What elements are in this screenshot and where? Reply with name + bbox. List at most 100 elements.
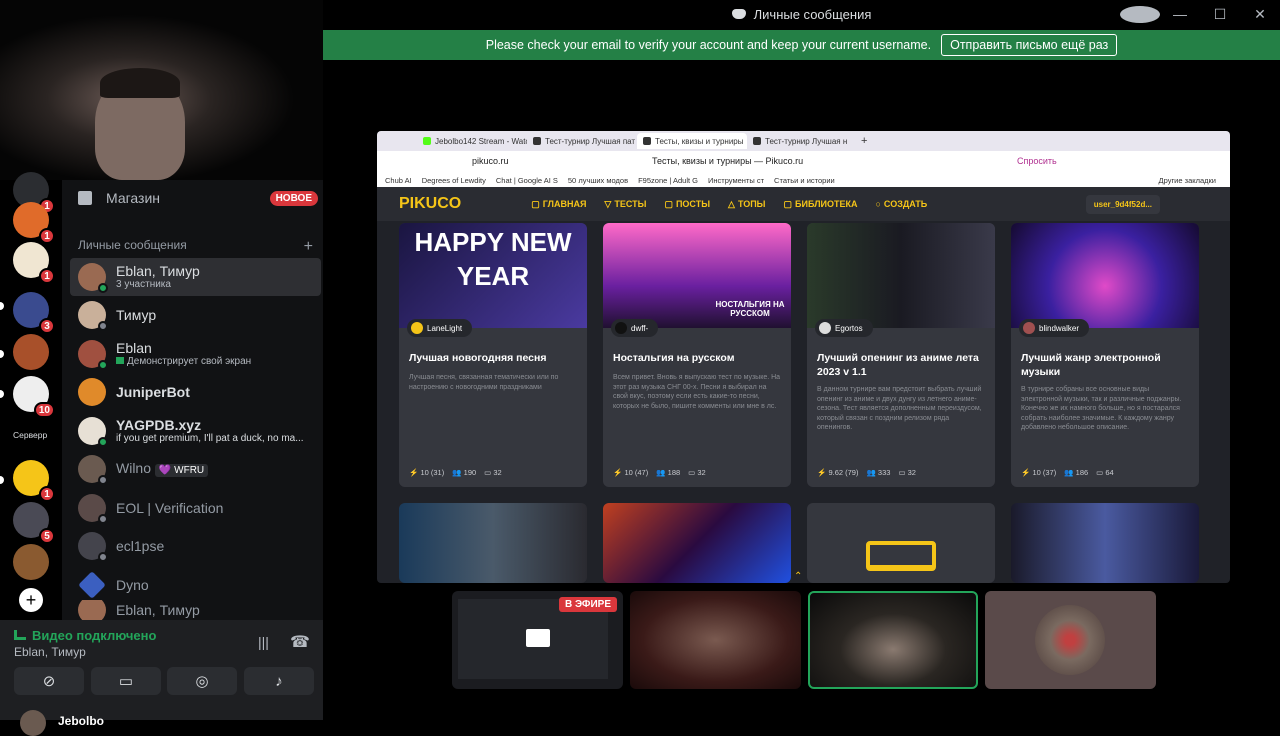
- nav-posts[interactable]: ▢ ПОСТЫ: [664, 199, 710, 210]
- avatar: [78, 571, 106, 599]
- avatar: [1035, 605, 1105, 675]
- test-card[interactable]: HAPPY NEW YEAR LaneLight Лучшая новогодн…: [399, 223, 587, 487]
- server-icon[interactable]: 1: [13, 460, 55, 502]
- noise-suppression-icon[interactable]: |||: [258, 634, 269, 650]
- server-folder-label[interactable]: Серверр: [13, 430, 47, 440]
- card-author[interactable]: blindwalker: [1019, 319, 1090, 337]
- server-icon[interactable]: 5: [13, 502, 55, 544]
- nav-library[interactable]: ▢ БИБЛИОТЕКА: [784, 199, 858, 210]
- voice-channel[interactable]: Eblan, Тимур: [14, 645, 86, 659]
- unread-pill: [0, 390, 4, 398]
- nav-tests[interactable]: ▽ ТЕСТЫ: [604, 199, 646, 210]
- stream-tile[interactable]: В ЭФИРЕ: [452, 591, 623, 689]
- minimize-button[interactable]: —: [1160, 6, 1200, 22]
- video-tile[interactable]: [808, 591, 978, 689]
- new-badge: НОВОЕ: [269, 190, 318, 206]
- maximize-button[interactable]: ☐: [1200, 6, 1240, 23]
- avatar: [78, 340, 108, 370]
- test-card[interactable]: blindwalker Лучший жанр электронной музы…: [1011, 223, 1199, 487]
- bookmark[interactable]: Chat | Google AI S: [496, 176, 558, 185]
- card-desc: В данном турнире вам предстоит выбрать л…: [817, 386, 982, 431]
- bookmark[interactable]: Chub AI: [385, 176, 412, 185]
- site-user[interactable]: user_9d4f52d...: [1085, 194, 1160, 214]
- test-card[interactable]: [1011, 503, 1199, 583]
- browser-tab[interactable]: Тест-турнир Лучшая н: [747, 133, 857, 149]
- nav-tops[interactable]: △ ТОПЫ: [728, 199, 765, 210]
- dm-item[interactable]: Тимур: [70, 296, 321, 334]
- server-icon[interactable]: 10: [13, 376, 55, 418]
- card-image: НОСТАЛЬГИЯ НА РУССКОМ: [603, 223, 791, 328]
- add-dm-icon[interactable]: +: [304, 238, 313, 256]
- server-icon[interactable]: 1: [13, 242, 55, 284]
- bookmark[interactable]: Инструменты ст: [708, 176, 764, 185]
- dm-section-header: Личные сообщения +: [78, 238, 313, 256]
- add-server-button[interactable]: +: [19, 588, 43, 612]
- camera-button[interactable]: ⊘: [14, 667, 84, 695]
- new-tab-icon[interactable]: +: [861, 135, 867, 147]
- nav-home[interactable]: ▢ ГЛАВНАЯ: [531, 199, 586, 210]
- bookmark[interactable]: 50 лучших модов: [568, 176, 628, 185]
- browser-tab[interactable]: Тест-турнир Лучшая пат: [527, 133, 637, 149]
- dm-item[interactable]: ecl1pse: [70, 527, 321, 565]
- bookmark[interactable]: F95zone | Adult G: [638, 176, 698, 185]
- video-tile[interactable]: [985, 591, 1156, 689]
- dm-item[interactable]: Wilno 💜 WFRU: [70, 450, 321, 488]
- card-author[interactable]: Egortos: [815, 319, 873, 337]
- card-stats: ⚡ 10 (47) 👥 188 ▭ 32: [613, 468, 706, 477]
- dm-item[interactable]: Eblan, Тимур 3 участника: [70, 258, 321, 296]
- server-icon[interactable]: 1: [13, 202, 55, 244]
- notice-text: Please check your email to verify your a…: [485, 38, 932, 52]
- card-title: Лучший опенинг из аниме лета 2023 v 1.1: [817, 352, 979, 378]
- ask-button[interactable]: Спросить: [1017, 156, 1057, 166]
- dm-item[interactable]: EOL | Verification: [70, 489, 321, 527]
- card-title: Лучшая новогодняя песня: [409, 352, 547, 364]
- test-card[interactable]: [807, 503, 995, 583]
- site-logo[interactable]: PIKUCO: [399, 195, 461, 213]
- unread-pill: [0, 302, 4, 310]
- url[interactable]: pikuco.ru: [472, 156, 509, 166]
- card-stats: ⚡ 10 (31) 👥 190 ▭ 32: [409, 468, 502, 477]
- server-icon[interactable]: 3: [13, 292, 55, 334]
- card-author[interactable]: dwff-: [611, 319, 659, 337]
- wfru-tag: 💜 WFRU: [154, 463, 209, 477]
- card-desc: Всем привет. Вновь я выпускаю тест по му…: [613, 374, 781, 410]
- browser-tab[interactable]: Тесты, квизы и турниры: [637, 133, 747, 149]
- dm-item[interactable]: YAGPDB.xyz if you get premium, I'll pat a…: [70, 412, 321, 450]
- shop-item[interactable]: Магазин НОВОЕ: [78, 188, 318, 208]
- test-card[interactable]: [603, 503, 791, 583]
- dm-item[interactable]: Eblan, Тимур: [70, 600, 321, 620]
- bookmark[interactable]: Статьи и истории: [774, 176, 835, 185]
- user-avatar[interactable]: [20, 710, 46, 736]
- server-icon[interactable]: [13, 334, 49, 370]
- bookmark[interactable]: Degrees of Lewdity: [422, 176, 486, 185]
- test-card[interactable]: НОСТАЛЬГИЯ НА РУССКОМ dwff- Ностальгия н…: [603, 223, 791, 487]
- close-button[interactable]: ✕: [1240, 6, 1280, 23]
- test-card[interactable]: [399, 503, 587, 583]
- screen-share-button[interactable]: ▭: [91, 667, 161, 695]
- unread-pill: [0, 476, 4, 484]
- user-name: Jebolbo: [58, 714, 105, 728]
- test-card[interactable]: Egortos Лучший опенинг из аниме лета 202…: [807, 223, 995, 487]
- card-image: [1011, 223, 1199, 328]
- browser-tab[interactable]: Jebolbo142 Stream - Watc: [417, 133, 527, 149]
- dm-item[interactable]: Dyno: [70, 566, 321, 604]
- unread-pill: [0, 350, 4, 358]
- card-image: [807, 223, 995, 328]
- browser-tabbar: Jebolbo142 Stream - Watc Тест-турнир Луч…: [377, 131, 1230, 151]
- soundboard-button[interactable]: ♪: [244, 667, 314, 695]
- disconnect-icon[interactable]: ☎: [290, 632, 310, 652]
- voice-panel: Видео подключено Eblan, Тимур ||| ☎ ⊘ ▭ …: [0, 620, 323, 736]
- scroll-up-icon[interactable]: ⌃: [794, 571, 802, 582]
- activity-button[interactable]: ◎: [167, 667, 237, 695]
- dm-item[interactable]: Eblan Демонстрирует свой экран: [70, 335, 321, 373]
- dm-item[interactable]: JuniperBot: [70, 373, 321, 411]
- other-bookmarks[interactable]: Другие закладки: [1159, 176, 1230, 185]
- video-tile[interactable]: [630, 591, 801, 689]
- avatar: [78, 378, 106, 406]
- nav-create[interactable]: ○ СОЗДАТЬ: [875, 199, 927, 209]
- card-author[interactable]: LaneLight: [407, 319, 473, 337]
- resend-email-button[interactable]: Отправить письмо ещё раз: [941, 34, 1118, 56]
- help-icon[interactable]: ?: [1120, 5, 1160, 23]
- card-image: HAPPY NEW YEAR: [399, 223, 587, 328]
- server-icon[interactable]: [13, 544, 49, 580]
